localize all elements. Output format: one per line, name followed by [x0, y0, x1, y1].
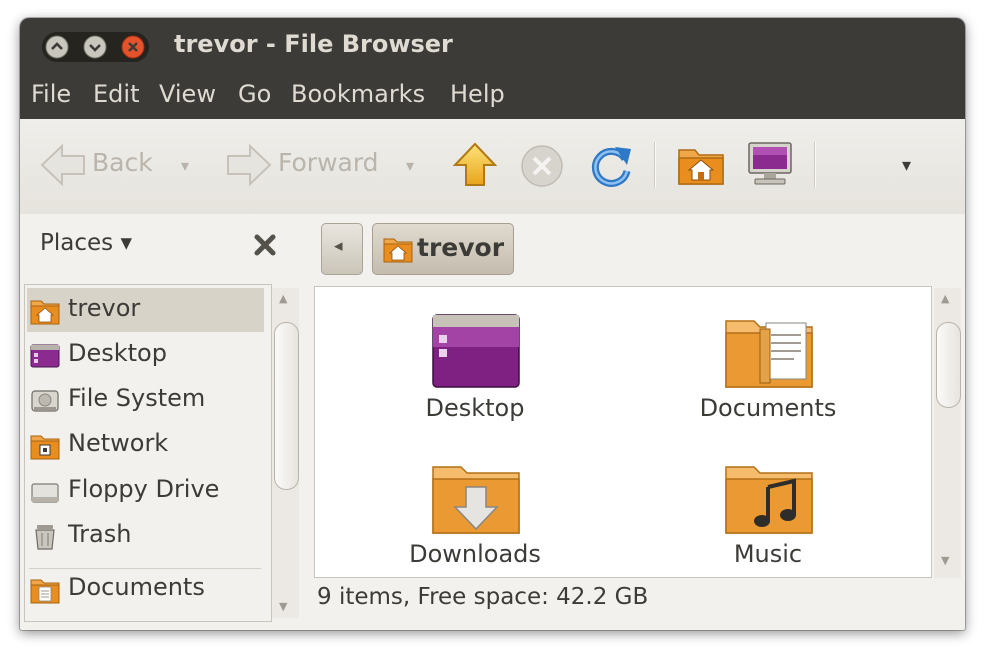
sidebar-item-label: Documents — [68, 573, 205, 601]
close-icon — [121, 35, 145, 59]
sidebar-item-label: File System — [68, 384, 206, 412]
documents-folder-icon — [30, 579, 60, 604]
documents-folder-icon — [725, 320, 813, 388]
file-browser-window: trevor - File Browser File Edit View Go … — [20, 18, 965, 630]
file-item-label: Downloads — [409, 540, 541, 568]
toolbar: Back ▾ Forward ▾ ▾ — [20, 119, 965, 214]
minimize-button[interactable] — [83, 35, 107, 59]
places-dropdown[interactable]: Places ▾ — [40, 230, 132, 256]
home-folder-icon — [678, 149, 724, 185]
main-scroll-thumb[interactable] — [936, 322, 961, 408]
forward-history-dropdown[interactable]: ▾ — [406, 156, 414, 175]
back-label: Back — [92, 148, 153, 177]
floppy-icon — [31, 483, 59, 503]
maximize-button[interactable] — [45, 35, 69, 59]
menu-edit[interactable]: Edit — [93, 80, 139, 108]
sidebar-item-label: Network — [68, 429, 169, 457]
music-folder-icon — [725, 466, 813, 534]
forward-arrow-icon — [227, 143, 272, 187]
chevron-down-icon — [83, 35, 107, 59]
sidebar-item-label: Trash — [68, 520, 132, 548]
scroll-up-arrow[interactable]: ▲ — [279, 292, 287, 305]
scroll-up-arrow[interactable]: ▲ — [941, 292, 949, 305]
file-item-music[interactable]: Music — [658, 445, 878, 577]
sidebar-scroll-thumb[interactable] — [274, 322, 299, 490]
sidebar-scrollbar[interactable]: ▲ ▼ — [272, 288, 299, 618]
desktop-icon — [30, 344, 60, 368]
path-back-button[interactable]: ◂ — [321, 223, 363, 275]
back-arrow-icon — [40, 143, 85, 187]
menu-file[interactable]: File — [31, 80, 71, 108]
chevron-up-icon — [45, 35, 69, 59]
up-button[interactable] — [452, 141, 498, 189]
sidebar-item-file-system[interactable]: File System — [27, 378, 264, 422]
file-item-label: Desktop — [425, 394, 525, 422]
sidebar-item-network[interactable]: Network — [27, 423, 264, 467]
toolbar-overflow-button[interactable]: ▾ — [902, 155, 911, 176]
sidebar-item-desktop[interactable]: Desktop — [27, 333, 264, 377]
chevron-left-icon: ◂ — [334, 236, 343, 256]
file-icon-view: Desktop Documents Downloads Music — [314, 286, 932, 578]
reload-button[interactable] — [587, 141, 635, 189]
sidebar-item-documents[interactable]: Documents — [27, 567, 264, 611]
file-item-documents[interactable]: Documents — [658, 299, 878, 434]
sidebar-item-floppy-drive[interactable]: Floppy Drive — [27, 469, 264, 513]
menu-bookmarks[interactable]: Bookmarks — [291, 80, 425, 108]
desktop-folder-icon — [432, 314, 520, 388]
home-folder-icon — [30, 300, 60, 325]
window-title: trevor - File Browser — [174, 30, 453, 58]
back-history-dropdown[interactable]: ▾ — [181, 156, 189, 175]
toolbar-separator — [654, 142, 656, 187]
downloads-folder-icon — [432, 466, 520, 534]
scroll-down-arrow[interactable]: ▼ — [941, 554, 949, 567]
sidebar-item-label: Floppy Drive — [68, 475, 220, 503]
close-button[interactable] — [121, 35, 145, 59]
sidebar-item-label: Desktop — [68, 339, 167, 367]
menu-help[interactable]: Help — [450, 80, 505, 108]
back-button[interactable]: Back — [40, 143, 155, 187]
forward-label: Forward — [278, 148, 379, 177]
sidebar-item-trevor[interactable]: trevor — [27, 288, 264, 332]
reload-icon — [591, 147, 631, 187]
stop-button[interactable] — [520, 144, 564, 188]
close-icon — [254, 234, 276, 256]
trash-icon — [35, 525, 55, 550]
home-folder-icon — [383, 238, 413, 263]
home-button[interactable] — [677, 142, 725, 186]
sidebar-item-trash[interactable]: Trash — [27, 514, 264, 558]
up-arrow-icon — [452, 142, 498, 186]
status-bar: 9 items, Free space: 42.2 GB — [317, 584, 649, 610]
title-bar[interactable]: trevor - File Browser — [20, 18, 965, 73]
menu-go[interactable]: Go — [238, 80, 271, 108]
close-sidebar-button[interactable] — [252, 232, 278, 258]
file-item-desktop[interactable]: Desktop — [365, 299, 585, 434]
places-sidebar: trevor Desktop File System Network Flopp… — [24, 284, 272, 622]
stop-icon — [521, 145, 563, 187]
file-item-label: Documents — [699, 394, 837, 422]
window-controls — [42, 32, 149, 62]
path-button-trevor[interactable]: trevor — [372, 223, 514, 275]
forward-button[interactable]: Forward — [226, 143, 381, 187]
computer-button[interactable] — [747, 140, 793, 188]
toolbar-separator-2 — [814, 142, 816, 187]
menu-bar: File Edit View Go Bookmarks Help — [20, 73, 965, 119]
file-item-downloads[interactable]: Downloads — [365, 445, 585, 577]
sidebar-item-label: trevor — [68, 294, 141, 322]
computer-icon — [748, 142, 792, 185]
scroll-down-arrow[interactable]: ▼ — [279, 600, 287, 613]
main-scrollbar[interactable]: ▲ ▼ — [934, 288, 961, 578]
file-item-label: Music — [733, 540, 803, 568]
network-icon — [30, 435, 60, 460]
path-button-label: trevor — [417, 233, 505, 262]
harddisk-icon — [31, 390, 59, 412]
menu-view[interactable]: View — [159, 80, 216, 108]
